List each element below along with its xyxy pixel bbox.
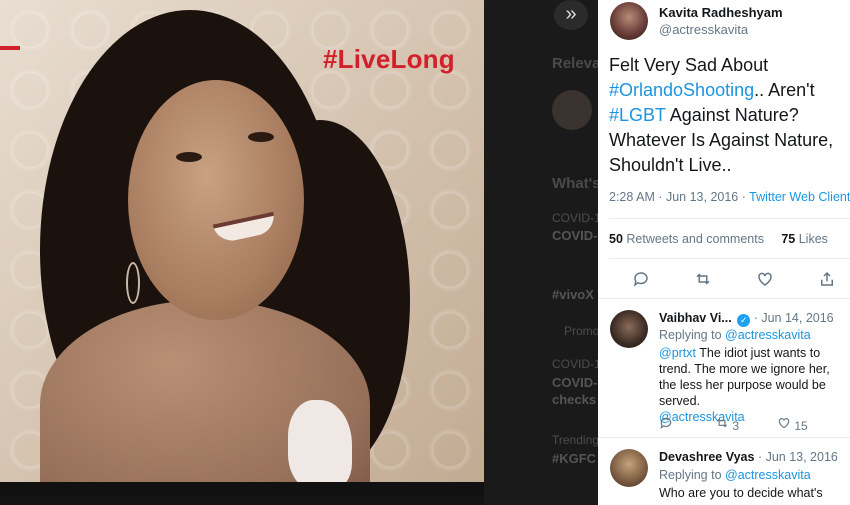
promoted-label: Promoted [564,324,598,338]
reply-replying-to: Replying to @actresskavita [659,468,811,482]
photo-hashtag: #LiveLong [323,44,455,74]
author-avatar[interactable] [610,2,648,40]
author-name[interactable]: Kavita Radheshyam [659,5,783,20]
mention-link[interactable]: @prtxt [659,346,696,360]
tweet-meta: 2:28 AM · Jun 13, 2016 · Twitter Web Cli… [609,190,850,204]
photo-cloth [288,400,352,490]
reply-date[interactable]: · Jun 14, 2016 [754,311,834,325]
hashtag-link[interactable]: #LGBT [609,105,666,125]
photo-earring [126,262,140,304]
trend-category: COVID-19 [552,357,598,371]
reply-actions: 3 15 [659,416,831,433]
reply-text: @prtxt The idiot just wants to trend. Th… [659,346,830,424]
mention-link[interactable]: @actresskavita [725,468,811,482]
like-icon[interactable] [755,270,775,290]
reply-header: Vaibhav Vi... ✓ · Jun 14, 2016 [659,311,834,327]
trend-title: #KGFC [552,451,597,466]
reply-author-name[interactable]: Vaibhav Vi... [659,311,732,325]
retweet-icon[interactable]: 3 [715,416,777,433]
tweet-text-part: Felt Very Sad About [609,55,769,75]
author-handle[interactable]: @actresskavita [659,22,748,37]
trend-tag: #vivoX [552,287,594,302]
like-icon[interactable]: 15 [777,416,831,433]
tweet-text-part: .. Aren't [754,80,815,100]
dimmed-sidebar: Relevant What's COVID-19 COVID-19 #vivoX… [484,0,598,505]
dimmed-avatar [552,90,592,130]
reply-icon[interactable] [659,416,715,433]
reply-avatar[interactable] [610,449,648,487]
photo-red-mark [0,46,20,50]
trend-category: Trending [552,433,598,447]
reply-retweet-count: 3 [732,419,740,433]
photo-right-eye [248,132,274,142]
whats-happening-heading: What's [552,175,598,192]
share-icon[interactable] [817,270,837,290]
trend-category: COVID-19 [552,211,598,225]
photo-bottom-edge [0,482,484,496]
reply-like-count: 15 [794,419,808,433]
photo-face [128,80,304,320]
reply-avatar[interactable] [610,310,648,348]
reply-date[interactable]: · Jun 13, 2016 [758,450,838,464]
retweets-stat[interactable]: 50 Retweets and comments [609,232,764,246]
trend-title: COVID-19 [552,375,598,390]
tweet-detail-panel: Kavita Radheshyam @actresskavita Felt Ve… [598,0,850,505]
reply-icon[interactable] [631,270,651,290]
tweet-text: Felt Very Sad About #OrlandoShooting.. Ar… [609,53,849,178]
mention-link[interactable]: @actresskavita [725,328,811,342]
reply-author-name[interactable]: Devashree Vyas [659,450,754,464]
divider [609,218,850,219]
reply-header: Devashree Vyas · Jun 13, 2016 [659,450,838,464]
trend-title: COVID-19 [552,228,598,243]
divider [598,437,850,438]
photo-left-eye [176,152,202,162]
tweet-client-link[interactable]: Twitter Web Client [749,190,850,204]
divider [598,298,850,299]
hashtag-link[interactable]: #OrlandoShooting [609,80,754,100]
verified-icon: ✓ [737,314,751,327]
likes-stat[interactable]: 75 Likes [781,232,828,246]
reply-text: Who are you to decide what's [659,486,823,500]
tweet-photo[interactable]: #LiveLong [0,0,484,496]
reply-replying-to: Replying to @actresskavita [659,328,811,342]
relevant-heading: Relevant [552,55,598,72]
trend-more: checks [552,392,597,407]
divider [609,258,850,259]
retweet-icon[interactable] [693,270,713,290]
tweet-actions [631,270,837,290]
tweet-stats: 50 Retweets and comments 75 Likes [609,232,828,246]
tweet-timestamp[interactable]: 2:28 AM · Jun 13, 2016 · [609,190,746,204]
expand-icon[interactable]: » [554,0,588,30]
